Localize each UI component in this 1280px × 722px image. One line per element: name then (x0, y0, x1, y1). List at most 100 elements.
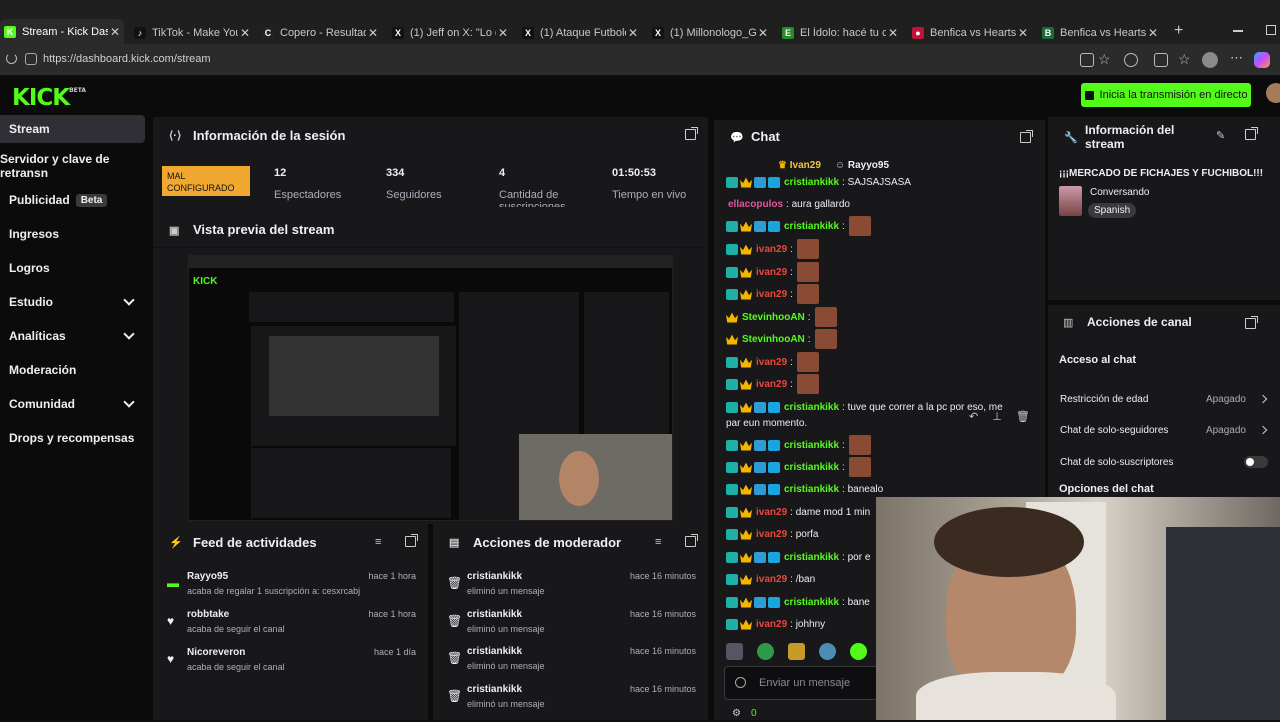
chat-message[interactable]: cristiankikk: (726, 216, 871, 236)
tab-close-icon[interactable]: ✕ (1148, 26, 1158, 40)
feed-user[interactable]: Rayyo95 (187, 571, 228, 582)
emote-button[interactable] (757, 643, 774, 660)
edit-icon[interactable]: ✎ (1216, 129, 1225, 142)
chat-username[interactable]: ivan29 (756, 289, 787, 300)
chat-username[interactable]: StevinhooAN (742, 312, 805, 323)
mod-user[interactable]: cristiankikk (467, 571, 522, 582)
chat-message[interactable]: StevinhooAN: (726, 307, 837, 327)
chat-username[interactable]: ivan29 (756, 379, 787, 390)
chat-message[interactable]: cristiankikk: bane (726, 594, 870, 610)
extensions-puzzle-icon[interactable] (1154, 53, 1168, 67)
tab-close-icon[interactable]: ✕ (628, 26, 638, 40)
minimize-icon[interactable] (1233, 30, 1243, 32)
tab-close-icon[interactable]: ✕ (110, 25, 120, 39)
tab-close-icon[interactable]: ✕ (498, 26, 508, 40)
chat-message[interactable]: ellacopulos: aura gallardo (726, 196, 850, 212)
chat-message[interactable]: ivan29: (726, 352, 819, 372)
tab-close-icon[interactable]: ✕ (368, 26, 378, 40)
emote-button[interactable] (819, 643, 836, 660)
chat-username[interactable]: cristiankikk (784, 462, 839, 473)
chat-username[interactable]: cristiankikk (784, 552, 839, 563)
feed-user[interactable]: robbtake (187, 609, 229, 620)
sidebar-item[interactable]: Publicidad Beta (0, 186, 145, 214)
popout-icon[interactable] (685, 127, 698, 140)
emote-button[interactable] (850, 643, 867, 660)
sidebar-item[interactable]: Ingresos (0, 220, 145, 248)
chat-username[interactable]: ivan29 (756, 244, 787, 255)
popout-icon[interactable] (405, 534, 418, 547)
sidebar-item[interactable]: Servidor y clave de retransn (0, 152, 145, 180)
chat-message[interactable]: cristiankikk: por e (726, 549, 870, 565)
chat-message[interactable]: StevinhooAN: (726, 329, 837, 349)
mod-user[interactable]: cristiankikk (467, 684, 522, 695)
tab-close-icon[interactable]: ✕ (1018, 26, 1028, 40)
go-live-button[interactable]: Inicia la transmisión en directo (1081, 83, 1251, 107)
popout-icon[interactable] (1020, 130, 1033, 143)
more-menu-icon[interactable]: ⋯ (1230, 50, 1243, 66)
sidebar-item[interactable]: Stream (0, 115, 145, 143)
kick-logo[interactable]: KICKBETA (12, 85, 86, 111)
sidebar-item[interactable]: Comunidad (0, 390, 145, 418)
chat-message[interactable]: cristiankikk: tuve que correr a la pc po… (726, 399, 1003, 415)
tab-close-icon[interactable]: ✕ (758, 26, 768, 40)
chat-message[interactable]: ivan29: (726, 284, 819, 304)
pinned-user[interactable]: ☺ Rayyo95 (835, 160, 889, 171)
browser-tab[interactable]: E El Ídolo: hacé tu carrera✕ (778, 21, 902, 44)
stream-preview-video[interactable]: KICK (188, 255, 673, 521)
chat-message[interactable]: par eun momento. (726, 415, 807, 431)
mod-user[interactable]: cristiankikk (467, 609, 522, 620)
popout-icon[interactable] (1245, 316, 1258, 329)
chat-username[interactable]: cristiankikk (784, 221, 839, 232)
browser-tab[interactable]: X (1) Millonologo_GU on✕ (648, 21, 772, 44)
chat-message[interactable]: cristiankikk: (726, 457, 871, 477)
emote-button[interactable] (726, 643, 743, 660)
sidebar-item[interactable]: Logros (0, 254, 145, 282)
browser-tab[interactable]: X (1) Jeff on X: "Lo que va✕ (388, 21, 512, 44)
settings-icon[interactable]: ⚙ (732, 708, 741, 719)
chat-username[interactable]: cristiankikk (784, 440, 839, 451)
browser-tab[interactable]: K Stream - Kick Dashboard✕ (0, 19, 124, 44)
chat-message[interactable]: ivan29: johhny (726, 616, 825, 632)
filter-icon[interactable]: ≡ (655, 536, 661, 548)
chat-username[interactable]: ivan29 (756, 574, 787, 585)
chat-username[interactable]: ivan29 (756, 529, 787, 540)
popout-icon[interactable] (1245, 127, 1258, 140)
popout-icon[interactable] (685, 534, 698, 547)
browser-tab[interactable]: X (1) Ataque Futbolero on✕ (518, 21, 642, 44)
tab-close-icon[interactable]: ✕ (888, 26, 898, 40)
toggle-switch[interactable] (1244, 456, 1268, 468)
url-text[interactable]: https://dashboard.kick.com/stream (43, 53, 211, 65)
favorites-icon[interactable]: ☆ (1178, 51, 1191, 68)
user-avatar[interactable] (1266, 83, 1280, 103)
sidebar-item[interactable]: Estudio (0, 288, 145, 316)
bookmark-star-icon[interactable]: ☆ (1098, 51, 1111, 68)
filter-icon[interactable]: ≡ (375, 536, 381, 548)
browser-tab[interactable]: C Copero - Resultados, es✕ (258, 21, 382, 44)
chat-username[interactable]: ivan29 (756, 507, 787, 518)
chat-setting-row[interactable]: Chat de solo-seguidores Apagado (1060, 420, 1268, 440)
sidebar-item[interactable]: Drops y recompensas (0, 424, 145, 452)
chat-message[interactable]: ivan29: dame mod 1 min (726, 504, 870, 520)
chat-setting-row[interactable]: Chat de solo-suscriptores (1060, 452, 1268, 472)
emoji-icon[interactable] (735, 677, 746, 688)
chat-message[interactable]: ivan29: porfa (726, 526, 819, 542)
copilot-icon[interactable] (1254, 52, 1270, 68)
chat-message[interactable]: cristiankikk: banealo (726, 481, 883, 497)
site-info-icon[interactable] (25, 53, 37, 65)
chat-username[interactable]: StevinhooAN (742, 334, 805, 345)
browser-tab[interactable]: ● Benfica vs Hearts Highl✕ (908, 21, 1032, 44)
chat-username[interactable]: cristiankikk (784, 484, 839, 495)
chat-message[interactable]: cristiankikk: SAJSAJSASA (726, 174, 911, 190)
tab-close-icon[interactable]: ✕ (240, 26, 250, 40)
new-tab-button[interactable]: + (1174, 22, 1183, 40)
trash-icon[interactable]: 🗑 (1016, 410, 1030, 423)
extension-icon[interactable] (1124, 53, 1138, 67)
browser-tab[interactable]: B Benfica vs Hearts - mar✕ (1038, 21, 1162, 44)
profile-icon[interactable] (1202, 52, 1218, 68)
sidebar-item[interactable]: Moderación (0, 356, 145, 384)
sidebar-item[interactable]: Analíticas (0, 322, 145, 350)
feed-user[interactable]: Nicoreveron (187, 647, 245, 658)
chat-username[interactable]: cristiankikk (784, 177, 839, 188)
chat-username[interactable]: cristiankikk (784, 597, 839, 608)
chat-message[interactable]: ivan29: (726, 262, 819, 282)
